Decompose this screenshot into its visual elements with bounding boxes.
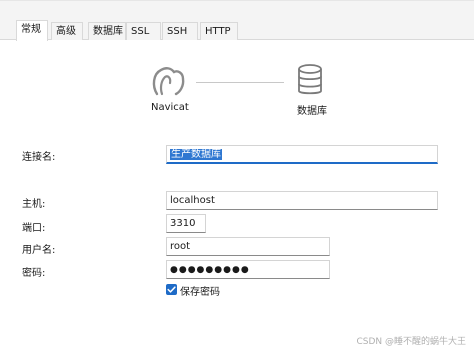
- tab-ssl[interactable]: SSL: [126, 22, 161, 40]
- watermark: CSDN @睡不醒的蜗牛大王: [356, 337, 466, 347]
- password-input[interactable]: ●●●●●●●●●: [166, 260, 330, 279]
- password-label: 密码:: [22, 268, 46, 279]
- password-value: ●●●●●●●●●: [170, 265, 250, 275]
- navicat-label: Navicat: [151, 102, 189, 113]
- connection-name-input[interactable]: 生产数据库: [166, 145, 438, 164]
- tab-databases[interactable]: 数据库: [88, 22, 126, 40]
- tab-ssh[interactable]: SSH: [162, 22, 198, 40]
- checkmark-icon: [167, 286, 176, 293]
- database-icon: [298, 64, 322, 95]
- tab-general[interactable]: 常规: [16, 20, 48, 41]
- port-label: 端口:: [22, 223, 46, 234]
- tab-advanced[interactable]: 高级: [51, 22, 83, 40]
- top-border: [0, 0, 474, 1]
- save-password-checkbox[interactable]: [166, 284, 177, 295]
- database-label: 数据库: [297, 106, 327, 117]
- connection-name-label: 连接名:: [22, 152, 56, 163]
- port-value: 3310: [170, 218, 196, 229]
- tab-http[interactable]: HTTP: [200, 22, 238, 40]
- username-input[interactable]: root: [166, 237, 330, 256]
- host-input[interactable]: localhost: [166, 191, 438, 210]
- navicat-logo-icon: [152, 67, 185, 96]
- host-value: localhost: [170, 195, 215, 206]
- save-password-label[interactable]: 保存密码: [180, 283, 220, 298]
- host-label: 主机:: [22, 199, 46, 210]
- connection-line: [196, 82, 284, 83]
- connection-name-value: 生产数据库: [170, 149, 222, 160]
- port-input[interactable]: 3310: [166, 214, 206, 233]
- username-label: 用户名:: [22, 245, 56, 256]
- username-value: root: [170, 241, 191, 252]
